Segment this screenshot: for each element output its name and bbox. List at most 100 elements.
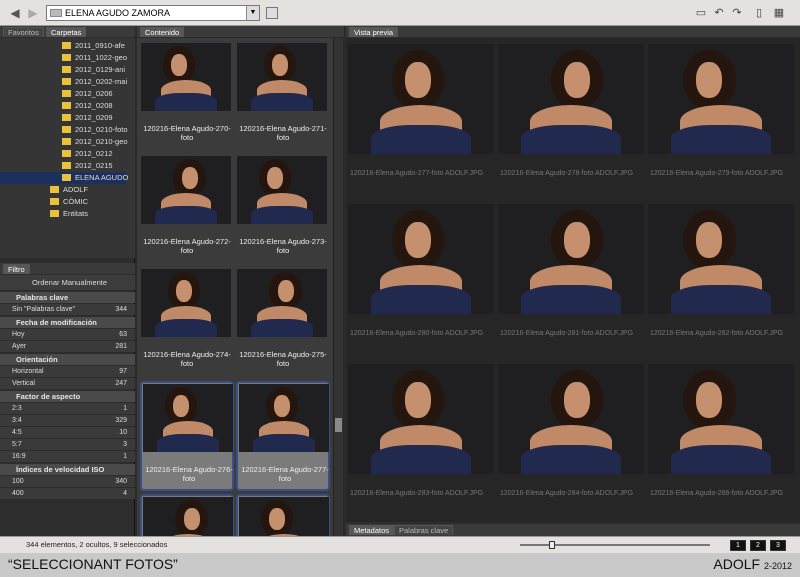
filter-row[interactable]: 5:7 3: [0, 439, 135, 450]
caption-title: “SELECCIONANT FOTOS”: [8, 556, 178, 572]
portrait-photo: [348, 204, 494, 314]
filter-row[interactable]: Hoy 63: [0, 329, 135, 340]
thumbnail-cell[interactable]: 120216-Elena Agudo-270-foto: [140, 42, 234, 152]
face-shape: [563, 61, 590, 98]
bridge-window: ◀ ▶ ELENA AGUDO ZAMORA ▼ ▭ ↶ ↷ ▯ ▦ Favor…: [0, 0, 800, 553]
status-text: 344 elementos, 2 ocultos, 9 seleccionado…: [26, 540, 168, 549]
filter-section-header[interactable]: Fecha de modificación: [0, 317, 135, 328]
face-shape: [277, 279, 294, 303]
filter-row[interactable]: Horizontal 97: [0, 366, 135, 377]
folder-item[interactable]: 2011_1022-geo: [0, 52, 127, 64]
new-folder-icon[interactable]: ▭: [694, 6, 708, 20]
preview-filename: 120216-Elena Agudo-279-foto ADOLF.JPG: [650, 170, 784, 177]
folder-item[interactable]: ELENA AGUDO: [0, 172, 128, 184]
preview-filename: 120216-Elena Agudo-284-foto ADOLF.JPG: [500, 490, 634, 497]
path-dropdown[interactable]: ELENA AGUDO ZAMORA ▼: [46, 5, 260, 21]
parent-folder-button[interactable]: [266, 7, 278, 19]
filter-row[interactable]: 400 4: [0, 488, 135, 499]
trash-icon[interactable]: ▯: [752, 6, 766, 20]
tab-metadatos[interactable]: Metadatos: [349, 525, 395, 535]
tab-contenido[interactable]: Contenido: [140, 27, 185, 37]
thumbnail-cell[interactable]: 120216-Elena Agudo-277-foto: [236, 381, 330, 491]
tab-vista-previa[interactable]: Vista previa: [349, 27, 399, 37]
sort-menu[interactable]: Ordenar Manualmente: [0, 275, 135, 290]
tab-palabras-clave[interactable]: Palabras clave: [394, 525, 454, 535]
content-scrollbar[interactable]: [333, 38, 343, 536]
chevron-down-icon[interactable]: ▼: [246, 6, 259, 20]
filter-row[interactable]: 4:5 10: [0, 427, 135, 438]
preview-filename: 120216-Elena Agudo-282-foto ADOLF.JPG: [650, 330, 784, 337]
folder-item[interactable]: ADOLF: [0, 184, 126, 196]
thumbnail-cell[interactable]: [140, 494, 234, 536]
refine-icon[interactable]: ▦: [772, 6, 786, 20]
filter-row[interactable]: 16:9 1: [0, 451, 135, 462]
thumbnail-label: 120216-Elena Agudo-277-foto: [241, 465, 329, 483]
thumbnail-grid: 120216-Elena Agudo-270-foto 120216-Elena …: [137, 38, 333, 536]
cloth-shape: [155, 206, 217, 224]
preview-cell[interactable]: 120216-Elena Agudo-279-foto ADOLF.JPG: [648, 44, 794, 184]
zoom-slider[interactable]: [520, 541, 710, 549]
zoom-knob[interactable]: [548, 541, 555, 549]
preview-cell[interactable]: 120216-Elena Agudo-277-foto ADOLF.JPG: [348, 44, 494, 184]
thumbnail-cell[interactable]: 120216-Elena Agudo-276-foto: [140, 381, 234, 491]
filter-section-header[interactable]: Palabras clave: [0, 292, 135, 303]
face-shape: [696, 61, 723, 98]
filter-row[interactable]: Sin "Palabras clave" 344: [0, 304, 135, 315]
filter-row[interactable]: 2:3 1: [0, 403, 135, 414]
folder-item[interactable]: 2012_0208: [0, 100, 126, 112]
preview-grid: 120216-Elena Agudo-277-foto ADOLF.JPG 120…: [346, 38, 800, 522]
filter-row[interactable]: 3:4 329: [0, 415, 135, 426]
preview-cell[interactable]: 120216-Elena Agudo-282-foto ADOLF.JPG: [648, 204, 794, 344]
portrait-photo: [141, 156, 231, 224]
thumbnail-cell[interactable]: 120216-Elena Agudo-272-foto: [140, 155, 234, 265]
folder-item[interactable]: CÒMIC: [0, 196, 126, 208]
portrait-photo: [498, 44, 644, 154]
filter-count: 3: [123, 441, 127, 448]
left-arrow-icon[interactable]: ◀: [8, 6, 22, 20]
thumbnail-cell[interactable]: [236, 494, 330, 536]
filter-label: Sin "Palabras clave": [12, 306, 75, 313]
preview-cell[interactable]: 120216-Elena Agudo-281-foto ADOLF.JPG: [498, 204, 644, 344]
filter-row[interactable]: Vertical 247: [0, 378, 135, 389]
view-button-2[interactable]: 2: [750, 540, 766, 551]
tab-carpetas[interactable]: Carpetas: [46, 27, 87, 37]
folder-item[interactable]: 2012_0209: [0, 112, 126, 124]
filter-row[interactable]: 100 340: [0, 476, 135, 487]
rotate-right-icon[interactable]: ↷: [730, 6, 744, 20]
tab-favoritos[interactable]: Favoritos: [3, 27, 44, 37]
folder-item[interactable]: 2012_0210-geo: [0, 136, 128, 148]
preview-cell[interactable]: 120216-Elena Agudo-278-foto ADOLF.JPG: [498, 44, 644, 184]
thumbnail-cell[interactable]: 120216-Elena Agudo-274-foto: [140, 268, 234, 378]
thumbnail-cell[interactable]: 120216-Elena Agudo-275-foto: [236, 268, 330, 378]
preview-cell[interactable]: 120216-Elena Agudo-284-foto ADOLF.JPG: [498, 364, 644, 504]
rotate-left-icon[interactable]: ↶: [712, 6, 726, 20]
folder-label: 2012_0209: [75, 113, 113, 122]
folder-item[interactable]: 2012_0212: [0, 148, 126, 160]
preview-cell[interactable]: 120216-Elena Agudo-280-foto ADOLF.JPG: [348, 204, 494, 344]
folder-item[interactable]: 2012_0215: [0, 160, 126, 172]
preview-cell[interactable]: 120216-Elena Agudo-283-foto ADOLF.JPG: [348, 364, 494, 504]
view-button-1[interactable]: 1: [730, 540, 746, 551]
cloth-shape: [671, 285, 771, 314]
right-arrow-icon[interactable]: ▶: [26, 6, 40, 20]
folder-item[interactable]: Entitats: [0, 208, 126, 220]
thumbnail-cell[interactable]: 120216-Elena Agudo-273-foto: [236, 155, 330, 265]
folder-item[interactable]: 2012_0210-foto: [0, 124, 128, 136]
preview-cell[interactable]: 120216-Elena Agudo-286-foto ADOLF.JPG: [648, 364, 794, 504]
folder-item[interactable]: 2012_0202-mai: [0, 76, 127, 88]
filter-section-header[interactable]: Factor de aspecto: [0, 391, 135, 402]
tab-filtro[interactable]: Filtro: [3, 264, 30, 274]
thumbnail-cell[interactable]: 120216-Elena Agudo-271-foto: [236, 42, 330, 152]
folder-icon: [62, 126, 71, 133]
folder-label: ADOLF: [63, 185, 89, 194]
folder-item[interactable]: 2011_0910-afe: [0, 40, 126, 52]
folder-item[interactable]: 2012_0129-ani: [0, 64, 126, 76]
scrollbar-thumb[interactable]: [335, 418, 342, 432]
filter-section-header[interactable]: Índices de velocidad ISO: [0, 464, 135, 475]
filter-section-header[interactable]: Orientación: [0, 354, 135, 365]
folder-item[interactable]: 2012_0206: [0, 88, 126, 100]
folder-label: 2011_0910-afe: [75, 41, 125, 50]
top-toolbar: ◀ ▶ ELENA AGUDO ZAMORA ▼ ▭ ↶ ↷ ▯ ▦: [0, 0, 800, 26]
view-button-3[interactable]: 3: [770, 540, 786, 551]
filter-row[interactable]: Ayer 281: [0, 341, 135, 352]
